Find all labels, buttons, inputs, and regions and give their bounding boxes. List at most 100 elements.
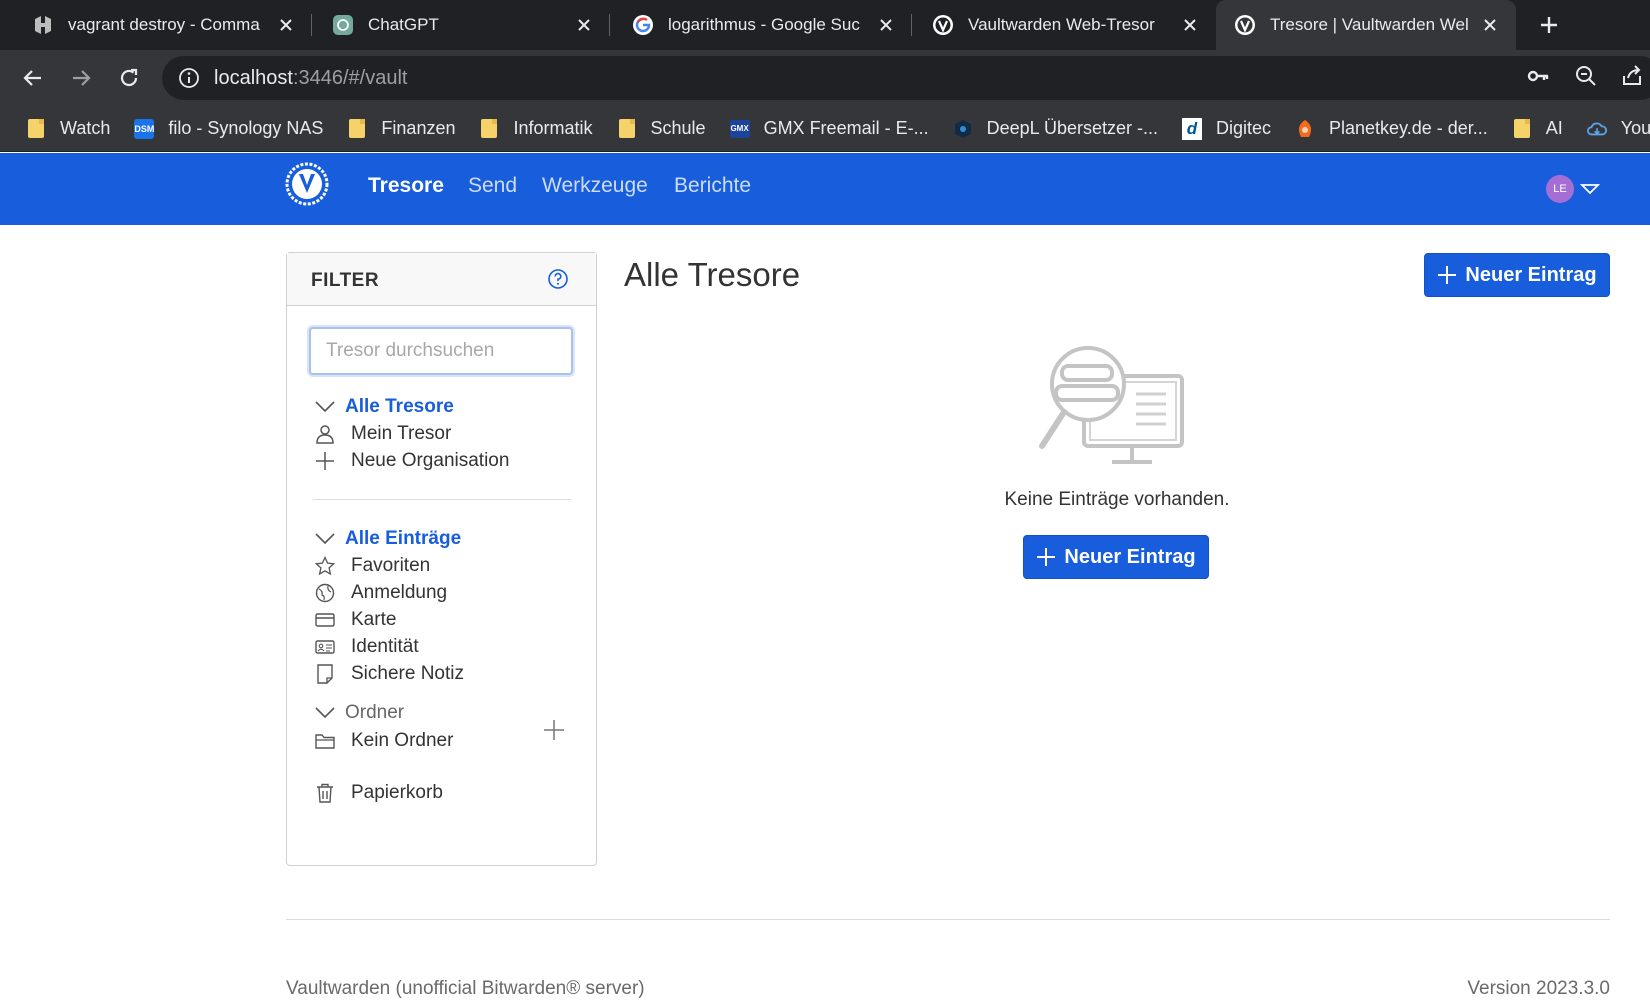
chatgpt-icon (332, 14, 354, 36)
filter-panel: FILTER Alle Tresore Mein Tresor Neue Org… (286, 252, 597, 866)
tab-title: ChatGPT (368, 15, 439, 34)
avatar[interactable]: LE (1546, 175, 1574, 203)
filter-all-items[interactable]: Alle Einträge (313, 525, 461, 553)
browser-tab[interactable]: vagrant destroy - Comma (0, 0, 312, 50)
bookmark-watch[interactable]: Watch (26, 118, 110, 139)
filter-secure-note[interactable]: Sichere Notiz (313, 660, 464, 688)
globe-icon (313, 581, 337, 605)
share-icon[interactable] (1620, 64, 1644, 88)
browser-tab-strip: vagrant destroy - Comma ChatGPT logarith… (0, 0, 1650, 50)
browser-toolbar: localhost:3446/#/vault (0, 50, 1650, 106)
plus-icon (1037, 548, 1056, 566)
folder-icon (26, 119, 46, 139)
plus-icon (1541, 17, 1557, 33)
bookmark-digitec[interactable]: d Digitec (1181, 117, 1271, 140)
filter-new-organisation[interactable]: Neue Organisation (313, 447, 509, 475)
folder-icon (347, 119, 367, 139)
cloud-icon (1586, 119, 1607, 139)
filter-folders[interactable]: Ordner (313, 699, 404, 727)
zoom-icon[interactable] (1574, 64, 1598, 88)
deepl-icon (953, 119, 973, 139)
filter-my-vault[interactable]: Mein Tresor (313, 420, 451, 448)
filter-header: FILTER (287, 253, 596, 306)
filter-identity[interactable]: Identität (313, 633, 419, 661)
new-item-button[interactable]: Neuer Eintrag (1424, 253, 1610, 297)
gmx-icon: GMX (729, 119, 750, 139)
app-navbar: Tresore Send Werkzeuge Berichte LE (0, 153, 1650, 225)
bookmark-schule[interactable]: Schule (617, 118, 706, 139)
bookmark-synology[interactable]: DSM filo - Synology NAS (134, 118, 323, 139)
empty-new-item-button[interactable]: Neuer Eintrag (1023, 535, 1209, 579)
nav-tresore[interactable]: Tresore (368, 174, 444, 198)
new-tab-button[interactable] (1534, 10, 1564, 40)
id-card-icon (313, 635, 337, 659)
browser-tab-active[interactable]: Tresore | Vaultwarden Wel (1216, 0, 1516, 50)
trash-icon (313, 781, 337, 805)
filter-all-vaults[interactable]: Alle Tresore (313, 393, 454, 421)
bookmark-deepl[interactable]: DeepL Übersetzer -... (953, 118, 1158, 139)
browser-tab[interactable]: ChatGPT (312, 0, 610, 50)
credit-card-icon (313, 608, 337, 632)
tab-title: vagrant destroy - Comma (68, 15, 260, 34)
close-icon[interactable] (1178, 13, 1202, 37)
bookmark-finanzen[interactable]: Finanzen (347, 118, 455, 139)
note-icon (313, 662, 337, 686)
plus-icon (313, 449, 337, 473)
close-icon[interactable] (572, 13, 596, 37)
vaultwarden-logo[interactable] (285, 162, 329, 206)
bookmark-you[interactable]: You (1586, 118, 1650, 139)
browser-tab[interactable]: logarithmus - Google Suc (610, 0, 912, 50)
plus-icon (1438, 266, 1457, 284)
chevron-down-icon[interactable] (1579, 181, 1601, 197)
folder-icon (1512, 119, 1532, 139)
close-icon[interactable] (874, 13, 898, 37)
site-info-icon[interactable] (178, 67, 200, 89)
page-title: Alle Tresore (624, 256, 801, 293)
close-icon[interactable] (274, 13, 298, 37)
chevron-down-icon[interactable] (313, 527, 337, 551)
google-icon (632, 14, 654, 36)
bookmark-ai[interactable]: AI (1512, 118, 1563, 139)
vaultwarden-icon (1234, 14, 1256, 36)
search-input[interactable] (309, 327, 573, 375)
chevron-down-icon[interactable] (313, 701, 337, 725)
filter-card[interactable]: Karte (313, 606, 396, 634)
version-text: Version 2023.3.0 (1467, 978, 1610, 999)
browser-tab[interactable]: Vaultwarden Web-Tresor (912, 0, 1216, 50)
empty-vault-illustration (1036, 342, 1196, 468)
tab-title: Vaultwarden Web-Tresor (968, 15, 1155, 34)
back-button[interactable] (18, 63, 48, 93)
reload-button[interactable] (114, 63, 144, 93)
user-icon (313, 422, 337, 446)
filter-no-folder[interactable]: Kein Ordner (313, 727, 453, 755)
filter-favorites[interactable]: Favoriten (313, 552, 430, 580)
bookmark-gmx[interactable]: GMX GMX Freemail - E-... (729, 118, 929, 139)
arrow-right-icon (73, 70, 91, 86)
nav-berichte[interactable]: Berichte (674, 174, 751, 198)
help-icon[interactable] (547, 268, 569, 290)
url-text: localhost:3446/#/vault (214, 66, 408, 89)
footer-text: Vaultwarden (unofficial Bitwarden® serve… (286, 978, 645, 999)
tab-title: logarithmus - Google Suc (668, 15, 860, 34)
key-icon[interactable] (1526, 64, 1550, 88)
nav-werkzeuge[interactable]: Werkzeuge (542, 174, 648, 198)
folder-icon (617, 119, 637, 139)
forward-button[interactable] (66, 63, 96, 93)
close-icon[interactable] (1478, 13, 1502, 37)
dsm-icon: DSM (134, 118, 155, 139)
address-bar[interactable]: localhost:3446/#/vault (162, 56, 1650, 100)
bookmarks-bar: Watch DSM filo - Synology NAS Finanzen I… (0, 106, 1650, 152)
bookmark-planetkey[interactable]: Planetkey.de - der... (1295, 118, 1488, 139)
chevron-down-icon[interactable] (313, 395, 337, 419)
filter-trash[interactable]: Papierkorb (313, 779, 443, 807)
hashicorp-icon (32, 14, 54, 36)
folder-icon (479, 119, 499, 139)
bookmark-informatik[interactable]: Informatik (479, 118, 593, 139)
filter-login[interactable]: Anmeldung (313, 579, 447, 607)
vaultwarden-icon (932, 14, 954, 36)
nav-send[interactable]: Send (468, 174, 517, 198)
filter-divider (313, 499, 571, 500)
add-folder-button[interactable] (543, 719, 565, 741)
planetkey-icon (1295, 119, 1315, 139)
digitec-icon: d (1181, 117, 1202, 140)
